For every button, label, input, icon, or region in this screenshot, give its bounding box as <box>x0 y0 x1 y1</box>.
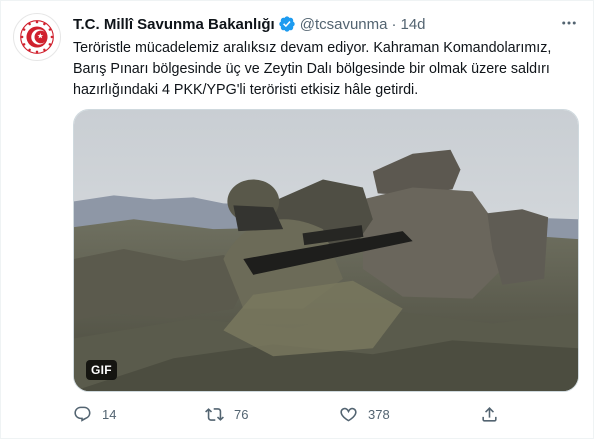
reply-count: 14 <box>102 406 117 422</box>
retweet-count: 76 <box>234 406 249 422</box>
tweet-text-line: Teröristle mücadelemiz aralıksız devam e… <box>73 40 552 56</box>
media-image <box>74 110 578 391</box>
retweet-icon <box>205 407 224 421</box>
tweet-header: T.C. Millî Savunma Bakanlığı @tcsavunma … <box>73 13 579 35</box>
tweet-media-gif[interactable]: GIF <box>73 109 579 392</box>
like-count: 378 <box>368 406 390 422</box>
separator-dot: · <box>391 15 397 33</box>
verified-badge-icon <box>278 15 296 33</box>
heart-icon <box>340 407 357 421</box>
like-button[interactable]: 378 <box>339 405 390 424</box>
msb-logo-icon <box>20 20 54 54</box>
share-icon <box>482 406 497 422</box>
reply-icon <box>74 406 91 422</box>
tweet-actions: 14 76 378 <box>73 401 513 427</box>
share-button[interactable] <box>480 405 499 424</box>
author-handle[interactable]: @tcsavunma <box>300 16 388 33</box>
reply-button[interactable]: 14 <box>73 405 116 424</box>
author-name[interactable]: T.C. Millî Savunma Bakanlığı <box>73 16 275 33</box>
avatar[interactable] <box>13 13 61 61</box>
tweet-text-line: hazırlığındaki 4 PKK/YPG'li teröristi et… <box>73 82 419 98</box>
tweet-text-line: Barış Pınarı bölgesinde üç ve Zeytin Dal… <box>73 61 550 77</box>
retweet-button[interactable]: 76 <box>205 405 248 424</box>
more-icon[interactable] <box>559 13 579 33</box>
tweet-text: Teröristle mücadelemiz aralıksız devam e… <box>73 38 587 101</box>
tweet-card[interactable]: T.C. Millî Savunma Bakanlığı @tcsavunma … <box>0 0 594 439</box>
gif-badge: GIF <box>86 360 117 380</box>
tweet-timestamp[interactable]: 14d <box>400 16 425 33</box>
